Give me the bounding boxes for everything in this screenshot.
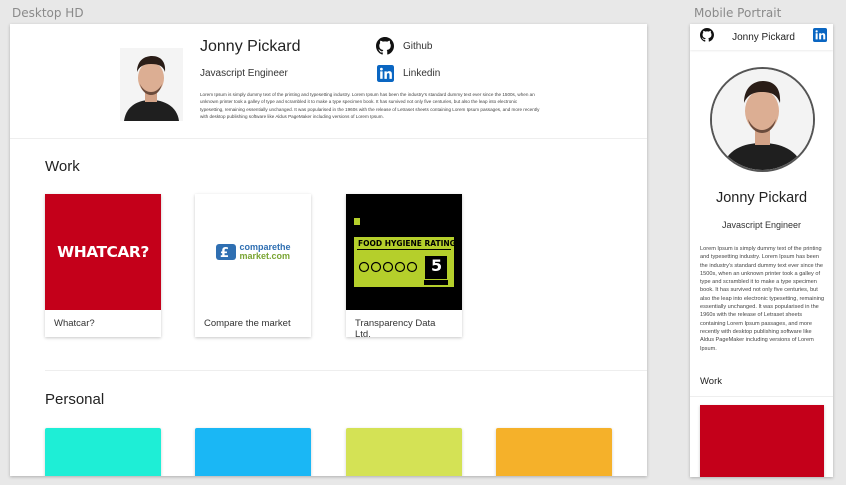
comparethemarket-text-bottom: market.com <box>239 251 291 261</box>
food-hygiene-thumbnail: FOOD HYGIENE RATING 5 <box>346 194 462 310</box>
mobile-work-divider <box>690 396 833 397</box>
personal-card-1[interactable] <box>45 428 161 476</box>
mobile-profile-bio: Lorem Ipsum is simply dummy text of the … <box>700 246 825 352</box>
whatcar-logo-text: WHATCAR? <box>57 243 149 261</box>
linkedin-icon[interactable] <box>813 27 827 47</box>
personal-section-title: Personal <box>45 391 105 408</box>
mobile-work-card-whatcar[interactable] <box>700 405 824 477</box>
mobile-artboard: Jonny Pickard Jonny Pickard Javascript E… <box>690 24 833 477</box>
mobile-header-title: Jonny Pickard <box>732 31 795 43</box>
personal-card-2[interactable] <box>195 428 311 476</box>
mobile-header: Jonny Pickard <box>690 24 833 50</box>
work-card-label: Compare the market <box>204 318 291 329</box>
personal-card-3[interactable] <box>346 428 462 476</box>
desktop-frame-label: Desktop HD <box>12 6 84 20</box>
work-section-title: Work <box>45 158 80 175</box>
profile-role: Javascript Engineer <box>200 68 288 79</box>
comparethemarket-thumbnail: £ comparethe market.com <box>195 194 311 310</box>
work-card-whatcar[interactable]: WHATCAR? Whatcar? <box>45 194 161 337</box>
pound-logo-icon: £ <box>216 244 237 261</box>
work-card-comparethemarket[interactable]: £ comparethe market.com Compare the mark… <box>195 194 311 337</box>
food-hygiene-title: FOOD HYGIENE RATING <box>358 239 456 248</box>
work-divider <box>45 370 647 371</box>
profile-name: Jonny Pickard <box>200 38 301 55</box>
github-link[interactable]: Github <box>376 37 432 55</box>
github-label: Github <box>403 40 433 52</box>
profile-photo <box>120 48 183 121</box>
header-divider <box>10 138 647 139</box>
mobile-work-title: Work <box>700 376 722 387</box>
linkedin-link[interactable]: Linkedin <box>376 64 440 82</box>
mobile-frame-label: Mobile Portrait <box>694 6 782 20</box>
github-icon[interactable] <box>700 27 714 47</box>
desktop-artboard: Jonny Pickard Javascript Engineer Lorem … <box>10 24 647 476</box>
food-hygiene-graphic <box>346 194 462 310</box>
mobile-profile-name: Jonny Pickard <box>715 190 808 206</box>
profile-bio: Lorem Ipsum is simply dummy text of the … <box>200 92 540 120</box>
mobile-profile-role: Javascript Engineer <box>721 220 802 230</box>
work-card-transparency[interactable]: FOOD HYGIENE RATING 5 Transparency Data … <box>346 194 462 340</box>
linkedin-label: Linkedin <box>403 67 441 79</box>
linkedin-icon <box>376 64 394 82</box>
github-icon <box>376 37 394 55</box>
svg-text:£: £ <box>220 246 229 261</box>
work-card-label: Transparency Data Ltd. <box>355 318 436 340</box>
mobile-avatar <box>710 67 815 172</box>
comparethemarket-logo: £ comparethe market.com <box>215 242 291 262</box>
food-hygiene-score: 5 <box>431 256 443 275</box>
whatcar-thumbnail: WHATCAR? <box>45 194 161 310</box>
work-card-label: Whatcar? <box>54 318 95 329</box>
personal-card-4[interactable] <box>496 428 612 476</box>
